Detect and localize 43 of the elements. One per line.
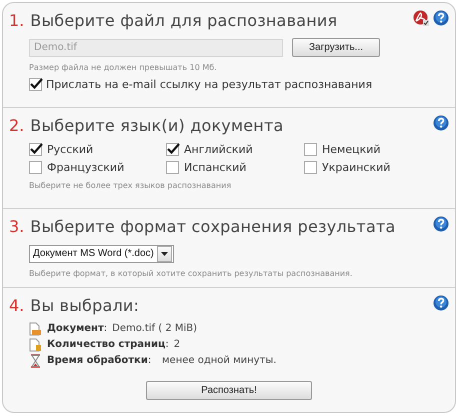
section-title: Выберите файл для распознавания [30,11,338,30]
checkbox-label: Английский [184,143,253,156]
checkbox[interactable] [304,143,317,156]
checkbox-label: Французский [47,161,124,174]
checkbox[interactable] [166,161,179,174]
caret-icon [160,252,168,256]
help-icon[interactable] [433,10,449,26]
section-title: Выберите язык(и) документа [30,116,284,136]
help-icon[interactable] [433,216,449,232]
checkbox-label: Испанский [184,161,246,174]
format-dropdown[interactable]: Документ MS Word (*.doc) [29,244,174,262]
step-number: 1. [9,11,24,30]
checkbox[interactable] [29,161,42,174]
pdf-icon[interactable] [413,10,429,26]
summary-label: Количество страниц: [47,339,169,350]
summary-value: 2 [174,339,180,350]
hourglass-icon [29,354,42,368]
checkbox[interactable] [166,143,179,156]
checkbox[interactable] [29,78,42,91]
section-title: Выберите формат сохранения результата [30,217,396,236]
help-icon[interactable] [433,294,449,311]
checkbox-label: Немецкий [322,143,381,156]
hint-text: Выберите формат, в который хотите сохранить результаты распознавания. [29,268,354,278]
step-number: 3. [9,217,24,236]
checkbox[interactable] [29,143,42,156]
summary-value: менее одной минуты. [162,355,276,366]
recognize-button[interactable]: Распознать! [146,380,312,400]
hint-text: Выберите не более трех языков распознавания [29,181,232,190]
upload-button[interactable]: Загрузить... [292,38,380,57]
pages-icon [29,338,42,352]
summary-label: Документ: [47,323,108,334]
checkbox[interactable] [304,161,317,174]
summary-label: Время обработки: [47,355,152,366]
hint-text: Размер файла не должен превышать 10 Мб. [29,63,218,72]
checkbox-label: Украинский [322,161,390,174]
step-number: 2. [9,116,24,136]
checkbox-label: Прислать на e-mail ссылку на результат распознавания [46,78,372,91]
help-icon[interactable] [433,115,449,132]
summary-value: Demo.tif ( 2 MiB) [112,323,198,334]
section-title: Вы выбрали: [30,296,140,315]
step-number: 4. [9,296,24,315]
checkbox-label: Русский [47,143,94,156]
document-icon [29,322,42,336]
